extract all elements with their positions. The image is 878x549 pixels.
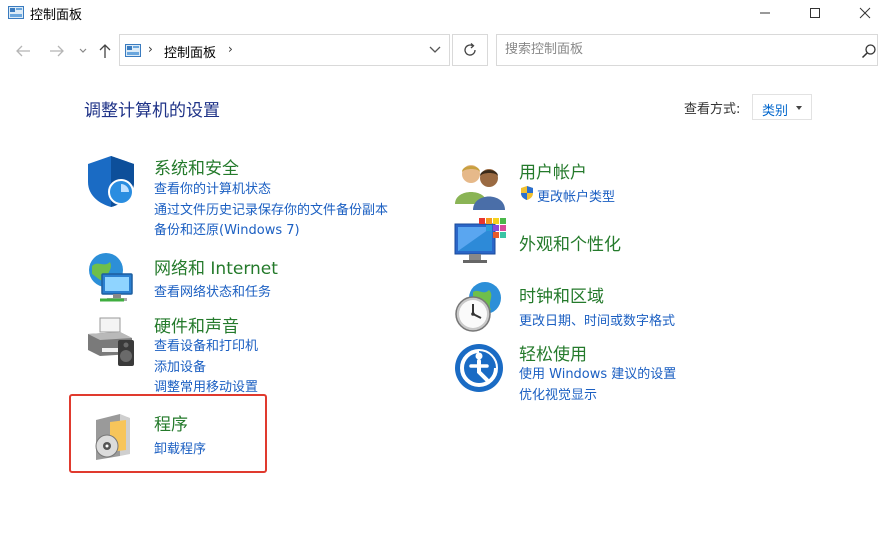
uac-shield-icon bbox=[521, 186, 533, 200]
ease-of-access-icon[interactable] bbox=[453, 342, 507, 396]
link-devices-printers[interactable]: 查看设备和打印机 bbox=[154, 335, 258, 354]
view-by-dropdown[interactable]: 类别 bbox=[752, 94, 812, 120]
navigation-row: › 控制面板 › bbox=[0, 34, 878, 70]
refresh-button[interactable] bbox=[452, 34, 488, 66]
breadcrumb-separator[interactable]: › bbox=[228, 42, 233, 56]
category-appearance[interactable]: 外观和个性化 bbox=[519, 230, 621, 255]
network-globe-icon[interactable] bbox=[84, 250, 138, 304]
link-windows-recommended-settings[interactable]: 使用 Windows 建议的设置 bbox=[519, 363, 676, 382]
arrow-left-icon bbox=[16, 45, 30, 57]
link-file-history[interactable]: 通过文件历史记录保存你的文件备份副本 bbox=[154, 199, 388, 218]
up-button[interactable] bbox=[94, 40, 116, 62]
back-button[interactable] bbox=[12, 40, 34, 62]
control-panel-icon bbox=[8, 6, 24, 19]
category-ease-of-access[interactable]: 轻松使用 bbox=[519, 340, 587, 365]
recent-locations-button[interactable] bbox=[76, 40, 90, 62]
printer-icon[interactable] bbox=[84, 314, 138, 368]
maximize-icon bbox=[810, 8, 820, 18]
link-optimize-visual-display[interactable]: 优化视觉显示 bbox=[519, 384, 597, 403]
clock-globe-icon[interactable] bbox=[453, 280, 507, 334]
chevron-down-icon bbox=[79, 48, 87, 53]
search-input[interactable] bbox=[505, 42, 845, 57]
link-add-device[interactable]: 添加设备 bbox=[154, 356, 206, 375]
view-by-value: 类别 bbox=[762, 104, 789, 119]
category-hardware-sound[interactable]: 硬件和声音 bbox=[154, 312, 239, 337]
category-user-accounts[interactable]: 用户帐户 bbox=[519, 158, 587, 183]
maximize-button[interactable] bbox=[792, 0, 838, 26]
category-network[interactable]: 网络和 Internet bbox=[154, 254, 278, 279]
highlight-box bbox=[69, 394, 267, 473]
breadcrumb-separator[interactable]: › bbox=[148, 42, 153, 56]
close-button[interactable] bbox=[842, 0, 878, 26]
link-mobility-settings[interactable]: 调整常用移动设置 bbox=[154, 376, 258, 395]
caret-down-icon bbox=[796, 106, 802, 110]
title-bar: 控制面板 bbox=[0, 0, 878, 26]
link-view-computer-status[interactable]: 查看你的计算机状态 bbox=[154, 178, 271, 197]
address-bar[interactable]: › 控制面板 › bbox=[119, 34, 450, 66]
category-system-security[interactable]: 系统和安全 bbox=[154, 154, 239, 179]
chevron-down-icon[interactable] bbox=[429, 45, 441, 55]
arrow-right-icon bbox=[50, 45, 64, 57]
close-icon bbox=[859, 7, 871, 19]
refresh-icon bbox=[464, 43, 476, 56]
users-icon[interactable] bbox=[453, 158, 507, 212]
control-panel-icon bbox=[125, 44, 141, 57]
window-title: 控制面板 bbox=[30, 8, 83, 23]
minimize-icon bbox=[760, 12, 770, 14]
link-change-account-type[interactable]: 更改帐户类型 bbox=[537, 186, 615, 205]
shield-icon[interactable] bbox=[84, 154, 138, 208]
category-clock-region[interactable]: 时钟和区域 bbox=[519, 282, 604, 307]
monitor-palette-icon[interactable] bbox=[453, 216, 507, 270]
forward-button[interactable] bbox=[46, 40, 68, 62]
breadcrumb-control-panel[interactable]: 控制面板 bbox=[164, 42, 216, 61]
link-network-status[interactable]: 查看网络状态和任务 bbox=[154, 281, 271, 300]
minimize-button[interactable] bbox=[742, 0, 788, 26]
link-backup-restore[interactable]: 备份和还原(Windows 7) bbox=[154, 219, 300, 238]
link-change-date-time-format[interactable]: 更改日期、时间或数字格式 bbox=[519, 310, 675, 329]
search-icon[interactable] bbox=[861, 43, 877, 59]
arrow-up-icon bbox=[99, 44, 111, 58]
page-title: 调整计算机的设置 bbox=[84, 101, 220, 121]
view-by-label: 查看方式: bbox=[684, 102, 741, 117]
search-box[interactable] bbox=[496, 34, 878, 66]
